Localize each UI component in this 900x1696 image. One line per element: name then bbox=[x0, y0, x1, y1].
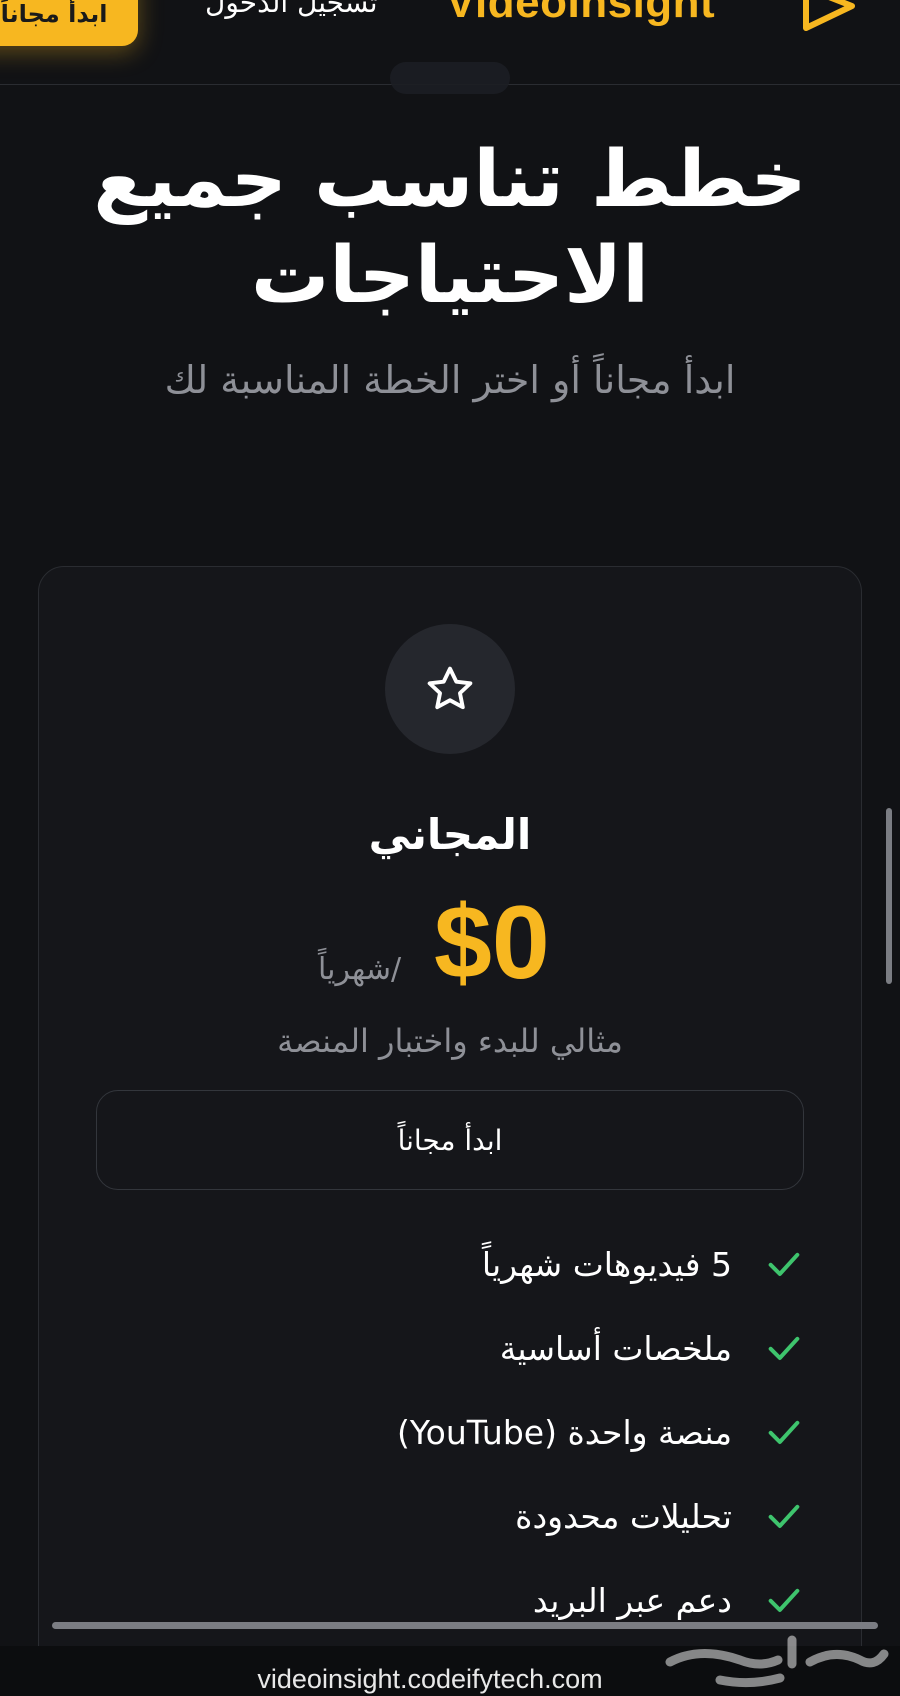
vertical-scrollbar[interactable] bbox=[886, 808, 892, 984]
feature-text: دعم عبر البريد bbox=[532, 1580, 732, 1620]
plan-price: $0 bbox=[434, 885, 550, 1001]
play-triangle-icon[interactable] bbox=[800, 0, 860, 34]
check-icon bbox=[768, 1336, 800, 1360]
check-icon bbox=[768, 1588, 800, 1612]
feature-item: ملخصات أساسية bbox=[96, 1320, 804, 1376]
page-title: خطط تناسب جميع الاحتياجات bbox=[60, 132, 840, 324]
pricing-page: ابدأ مجاناً تسجيل الدخول VideoInsight خط… bbox=[0, 0, 900, 1696]
feature-item: منصة واحدة (YouTube) bbox=[96, 1404, 804, 1460]
feature-text: 5 فيديوهات شهرياً bbox=[481, 1244, 732, 1284]
check-icon bbox=[768, 1420, 800, 1444]
feature-text: ملخصات أساسية bbox=[499, 1328, 732, 1368]
browser-url-text[interactable]: videoinsight.codeifytech.com bbox=[180, 1664, 680, 1695]
page-title-line-2: الاحتياجات bbox=[251, 231, 649, 321]
feature-text: تحليلات محدودة bbox=[515, 1496, 732, 1536]
plan-description: مثالي للبدء واختبار المنصة bbox=[277, 1022, 623, 1060]
page-subtitle: ابدأ مجاناً أو اختر الخطة المناسبة لك bbox=[164, 358, 736, 402]
plan-price-period: /شهرياً bbox=[318, 952, 402, 987]
header-pill bbox=[390, 62, 510, 94]
header-start-free-button[interactable]: ابدأ مجاناً bbox=[0, 0, 138, 46]
page-title-line-1: خطط تناسب جميع bbox=[93, 135, 807, 225]
feature-item: تحليلات محدودة bbox=[96, 1488, 804, 1544]
plan-icon-badge bbox=[385, 624, 515, 754]
plan-name: المجاني bbox=[368, 810, 532, 859]
star-icon bbox=[427, 666, 473, 710]
check-icon bbox=[768, 1252, 800, 1276]
login-link[interactable]: تسجيل الدخول bbox=[205, 0, 378, 19]
check-icon bbox=[768, 1504, 800, 1528]
brand-name[interactable]: VideoInsight bbox=[446, 0, 715, 28]
watermark-logo bbox=[665, 1635, 889, 1688]
feature-item: 5 فيديوهات شهرياً bbox=[96, 1236, 804, 1292]
feature-text: منصة واحدة (YouTube) bbox=[397, 1412, 732, 1452]
plan-start-free-button[interactable]: ابدأ مجاناً bbox=[96, 1090, 804, 1190]
